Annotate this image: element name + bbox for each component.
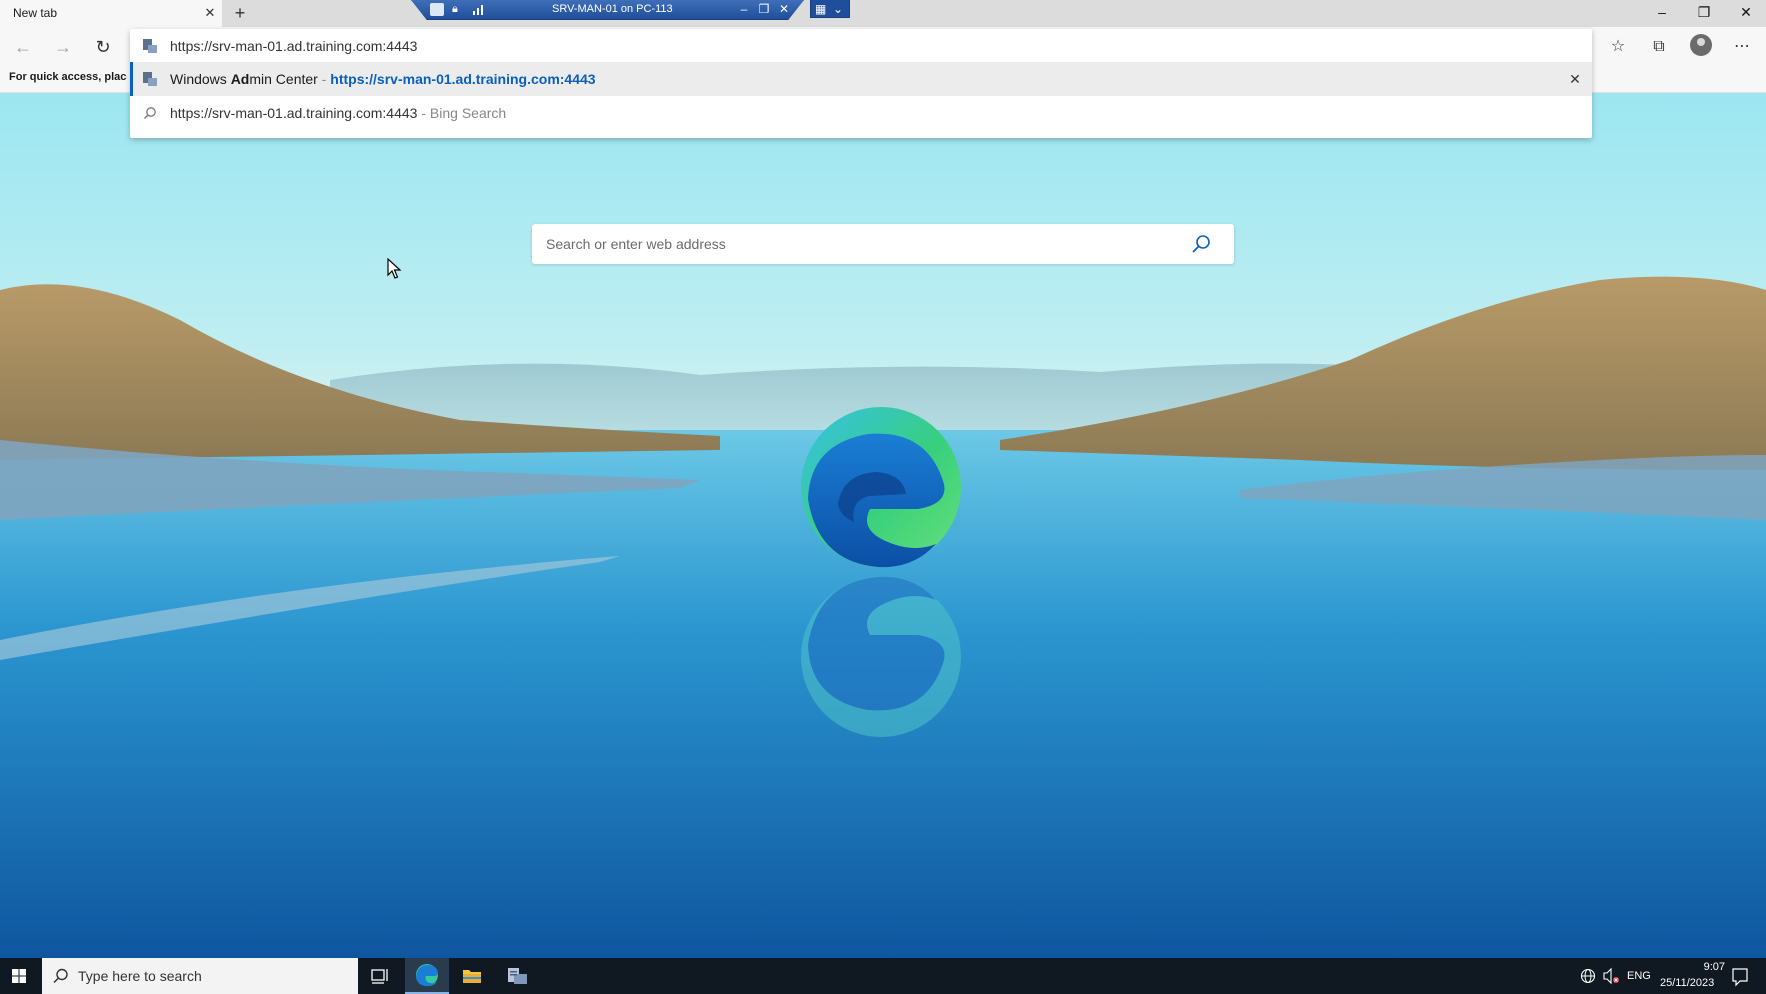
address-bar-value: https://srv-man-01.ad.training.com:4443	[170, 38, 418, 54]
rdp-close-icon[interactable]: ✕	[776, 1, 792, 17]
signal-icon[interactable]	[472, 3, 486, 15]
close-icon[interactable]: ✕	[202, 5, 218, 21]
search-icon[interactable]	[1188, 232, 1214, 256]
pin-icon[interactable]	[430, 3, 444, 16]
edge-taskbar-icon[interactable]	[405, 958, 449, 994]
suggestion-title-post: min Center	[249, 71, 318, 87]
suggestion-separator: -	[317, 71, 331, 87]
suggestion-url: https://srv-man-01.ad.training.com:4443	[330, 71, 596, 87]
mouse-cursor-icon	[387, 258, 402, 279]
profile-icon[interactable]	[1690, 34, 1712, 56]
page-search-box	[532, 224, 1234, 264]
search-suggestion-query: https://srv-man-01.ad.training.com:4443	[170, 105, 418, 121]
suggestion-title-match: Ad	[230, 71, 250, 87]
chevron-down-icon[interactable]: ⌄	[833, 1, 843, 17]
refresh-icon[interactable]: ↻	[90, 34, 116, 60]
lock-icon: 🔒︎	[452, 3, 458, 15]
tab-title: New tab	[13, 6, 58, 20]
edge-logo	[801, 407, 961, 568]
tab-new-tab[interactable]: New tab ✕	[0, 0, 222, 27]
task-view-icon[interactable]	[358, 958, 402, 994]
remote-desktop-connection-bar: 🔒︎ SRV-MAN-01 on PC-113 – ❐ ✕	[411, 0, 804, 20]
edge-logo-reflection	[801, 576, 961, 737]
windows-start-icon[interactable]	[0, 958, 38, 994]
window-close-icon[interactable]: ✕	[1725, 0, 1766, 24]
forward-arrow-icon[interactable]: →	[50, 34, 76, 60]
search-suggestion-text: https://srv-man-01.ad.training.com:4443 …	[170, 105, 506, 121]
remove-suggestion-close-icon[interactable]: ✕	[1566, 70, 1584, 88]
search-suggestion-hint: - Bing Search	[417, 105, 507, 121]
grid-icon[interactable]: ▦	[815, 1, 826, 17]
network-globe-icon[interactable]	[1578, 958, 1598, 994]
address-bar[interactable]: https://srv-man-01.ad.training.com:4443	[130, 29, 1592, 63]
notifications-icon[interactable]	[1728, 958, 1752, 994]
taskbar-search-placeholder: Type here to search	[78, 968, 202, 984]
suggestion-title-pre: Windows	[170, 71, 231, 87]
volume-muted-icon[interactable]	[1601, 958, 1621, 994]
search-icon	[53, 968, 68, 984]
more-icon[interactable]: ⋯	[1727, 34, 1757, 60]
suggestion-windows-admin-center[interactable]: Windows Admin Center - https://srv-man-0…	[130, 62, 1592, 96]
page-search-input[interactable]	[546, 232, 1186, 256]
file-explorer-icon[interactable]	[450, 958, 494, 994]
rdp-title: SRV-MAN-01 on PC-113	[552, 3, 673, 15]
suggestion-bing-search[interactable]: https://srv-man-01.ad.training.com:4443 …	[130, 96, 1592, 130]
windows-taskbar: Type here to search ENG 9:07 25/11/2023	[0, 958, 1766, 994]
site-icon	[143, 39, 157, 53]
address-bar-dropdown: https://srv-man-01.ad.training.com:4443 …	[130, 29, 1592, 138]
minimize-icon[interactable]: –	[1641, 0, 1683, 24]
rdp-restore-icon[interactable]: ❐	[756, 1, 772, 17]
server-manager-icon[interactable]	[495, 958, 539, 994]
rdp-minimize-icon[interactable]: –	[736, 1, 752, 17]
clock-time[interactable]: 9:07	[1675, 961, 1725, 973]
taskbar-search-box[interactable]: Type here to search	[42, 958, 358, 994]
suggestion-text: Windows Admin Center - https://srv-man-0…	[170, 71, 596, 87]
tab-strip: New tab ✕ + – ❐ ✕	[0, 0, 1766, 27]
favorites-bar-hint: For quick access, place y	[9, 71, 127, 83]
language-indicator[interactable]: ENG	[1627, 970, 1651, 982]
collections-icon[interactable]: ⧉	[1644, 34, 1674, 60]
plus-icon[interactable]: +	[230, 3, 250, 23]
search-icon	[144, 107, 156, 119]
clock-date[interactable]: 25/11/2023	[1660, 977, 1714, 989]
restore-icon[interactable]: ❐	[1683, 0, 1725, 24]
back-arrow-icon[interactable]: ←	[10, 34, 36, 60]
favorites-icon[interactable]: ☆	[1603, 34, 1633, 60]
site-icon	[143, 72, 157, 86]
rdp-options: ▦ ⌄	[810, 0, 850, 18]
